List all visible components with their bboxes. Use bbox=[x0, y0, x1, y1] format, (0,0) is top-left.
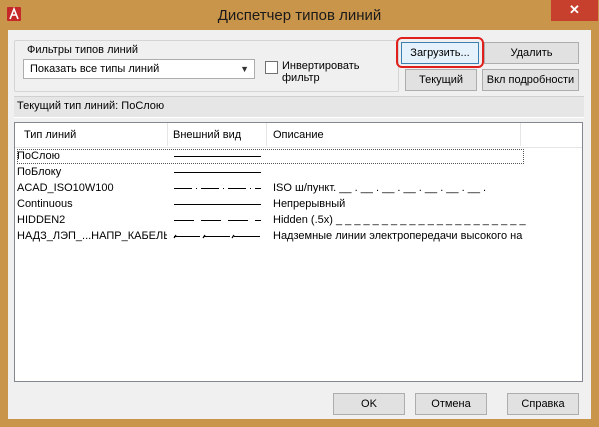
linetype-filter-dropdown[interactable]: Показать все типы линий ▼ bbox=[23, 59, 255, 79]
linetype-name: HIDDEN2 bbox=[17, 214, 66, 226]
cancel-button[interactable]: Отмена bbox=[415, 393, 487, 415]
linetype-name: ПоСлою bbox=[17, 150, 60, 162]
linetype-description: Надземные линии электропередачи высокого… bbox=[273, 230, 523, 242]
invert-filter-label[interactable]: Инвертировать фильтр bbox=[282, 60, 398, 84]
current-button[interactable]: Текущий bbox=[405, 69, 477, 91]
list-row[interactable]: ACAD_ISO10W100 ISO ш/пункт. __ . __ . __… bbox=[17, 181, 580, 197]
load-button-highlight bbox=[396, 37, 484, 68]
title-bar[interactable]: Диспетчер типов линий ✕ bbox=[0, 0, 599, 30]
help-button[interactable]: Справка bbox=[507, 393, 579, 415]
dialog-body: Фильтры типов линий Показать все типы ли… bbox=[8, 30, 591, 419]
linetype-manager-window: Диспетчер типов линий ✕ Фильтры типов ли… bbox=[0, 0, 599, 427]
linetype-filters-group: Фильтры типов линий Показать все типы ли… bbox=[14, 40, 399, 92]
linetype-preview-dash-dot bbox=[174, 188, 261, 189]
current-linetype-bar: Текущий тип линий: ПоСлою bbox=[14, 96, 584, 118]
linetype-preview-solid bbox=[174, 156, 261, 157]
linetype-name: ACAD_ISO10W100 bbox=[17, 182, 114, 194]
list-row[interactable]: НАДЗ_ЛЭП_...НАПР_КАБЕЛЬ Надземные линии … bbox=[17, 229, 580, 245]
linetype-description: Непрерывный bbox=[273, 198, 346, 210]
linetype-preview-solid bbox=[174, 204, 261, 205]
linetype-description: ISO ш/пункт. __ . __ . __ . __ . __ . __… bbox=[273, 182, 487, 194]
linetype-description: Hidden (.5x) _ _ _ _ _ _ _ _ _ _ _ _ _ _… bbox=[273, 214, 526, 226]
close-icon: ✕ bbox=[569, 2, 580, 17]
list-row[interactable]: ПоСлою bbox=[17, 149, 580, 165]
list-row[interactable]: ПоБлоку bbox=[17, 165, 580, 181]
current-linetype-label: Текущий тип линий: bbox=[17, 100, 119, 112]
filters-group-label: Фильтры типов линий bbox=[25, 44, 140, 56]
list-header: Тип линий Внешний вид Описание bbox=[15, 123, 582, 148]
filter-dropdown-value: Показать все типы линий bbox=[30, 63, 160, 75]
column-header-description[interactable]: Описание bbox=[273, 129, 324, 141]
linetype-name: НАДЗ_ЛЭП_...НАПР_КАБЕЛЬ bbox=[17, 230, 167, 242]
linetype-list[interactable]: Тип линий Внешний вид Описание ПоСлою По… bbox=[14, 122, 583, 382]
ok-button[interactable]: OK bbox=[333, 393, 405, 415]
column-header-linetype[interactable]: Тип линий bbox=[24, 129, 76, 141]
list-row[interactable]: HIDDEN2 Hidden (.5x) _ _ _ _ _ _ _ _ _ _… bbox=[17, 213, 580, 229]
linetype-preview-solid bbox=[174, 172, 261, 173]
current-linetype-value: ПоСлою bbox=[121, 100, 165, 112]
linetype-preview-dashed bbox=[174, 220, 261, 221]
linetype-preview-powerline bbox=[173, 234, 261, 239]
details-button[interactable]: Вкл подробности bbox=[482, 69, 579, 91]
linetype-name: Continuous bbox=[17, 198, 73, 210]
linetype-name: ПоБлоку bbox=[17, 166, 62, 178]
chevron-down-icon: ▼ bbox=[240, 64, 249, 74]
delete-button[interactable]: Удалить bbox=[484, 42, 579, 64]
invert-filter-checkbox[interactable] bbox=[265, 61, 278, 74]
close-button[interactable]: ✕ bbox=[551, 0, 598, 21]
column-header-appearance[interactable]: Внешний вид bbox=[173, 129, 241, 141]
window-title: Диспетчер типов линий bbox=[217, 7, 382, 24]
list-row[interactable]: Continuous Непрерывный bbox=[17, 197, 580, 213]
